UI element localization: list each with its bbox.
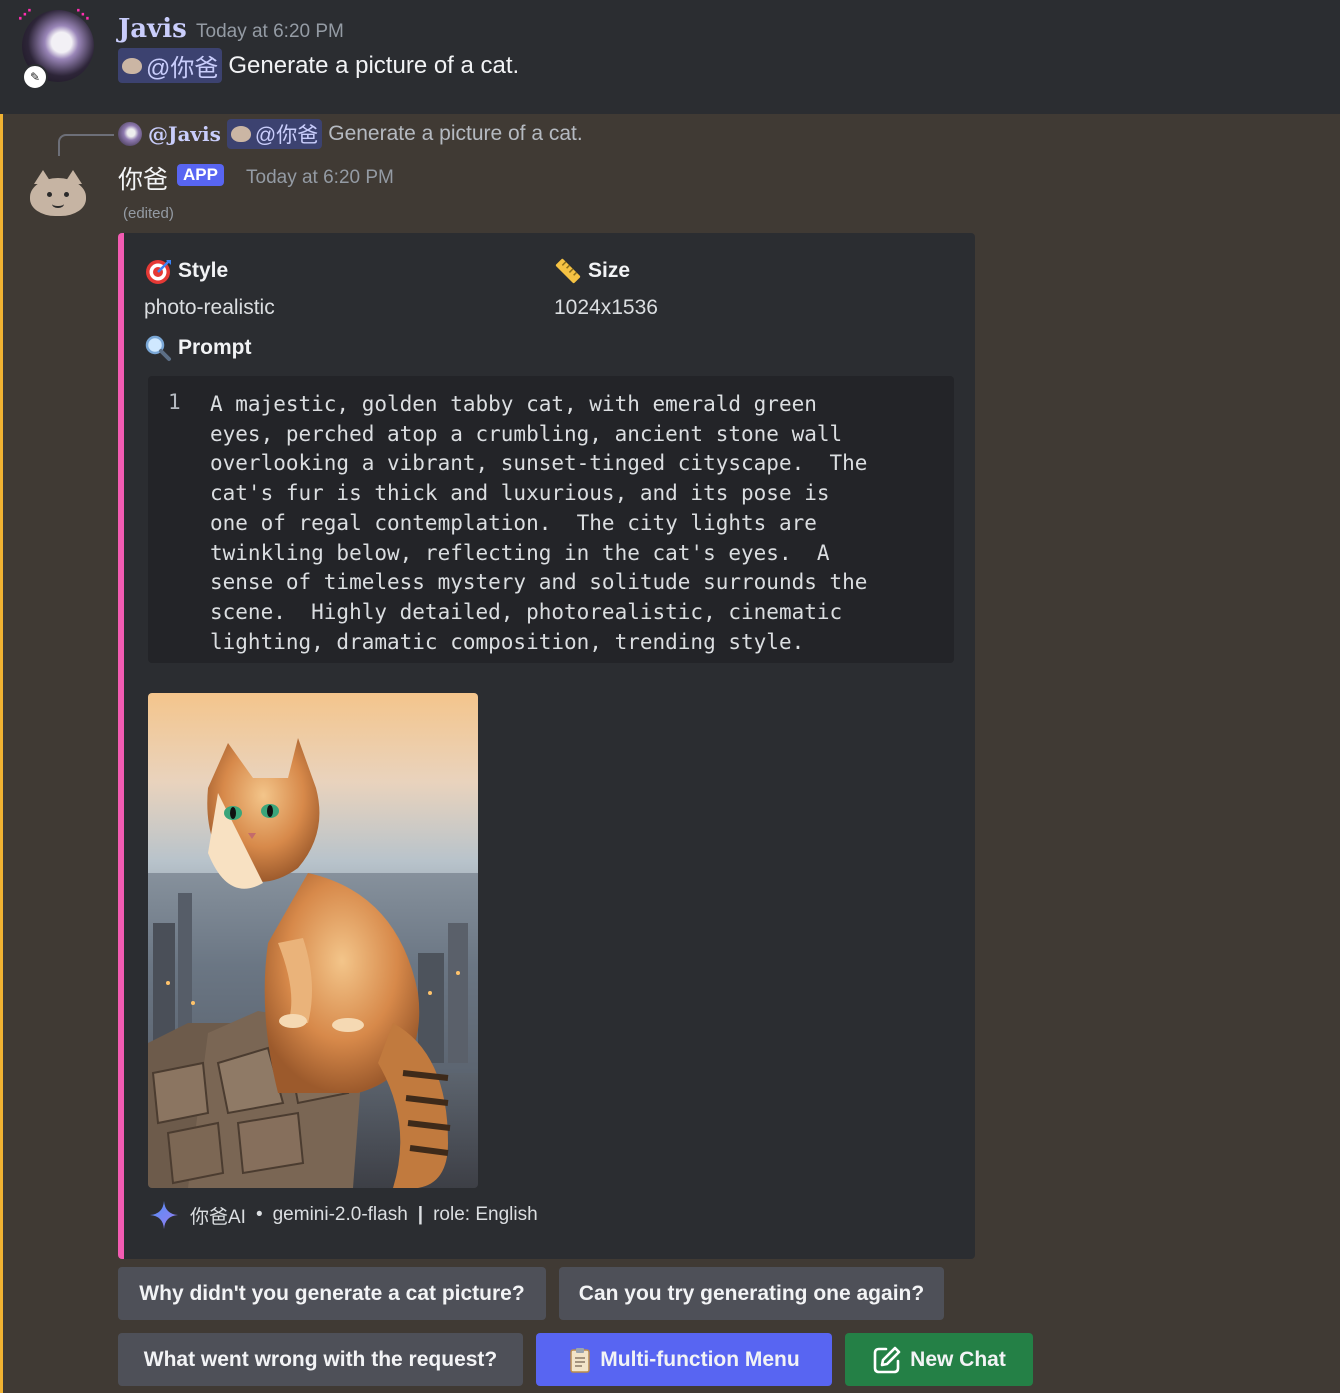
cat-mouth <box>52 200 64 208</box>
style-field-title: Style <box>144 257 228 285</box>
size-field-title: Size <box>554 257 630 285</box>
edit-icon <box>873 1346 901 1373</box>
prompt-code-block: 1 A majestic, golden tabby cat, with eme… <box>148 376 954 663</box>
why-no-cat-button[interactable]: Why didn't you generate a cat picture? <box>118 1267 546 1320</box>
cat-avatar-icon <box>230 126 251 142</box>
mention-label: @你爸 <box>146 55 219 82</box>
bot-avatar[interactable] <box>30 170 88 218</box>
clipboard-icon <box>570 1347 591 1373</box>
sparkle-icon <box>150 1201 178 1229</box>
prompt-field-title: Prompt <box>144 334 252 362</box>
author-name[interactable]: 你爸 <box>118 160 168 196</box>
cat-eye <box>47 192 52 197</box>
footer-separator: • <box>255 1204 263 1225</box>
timestamp: Today at 6:20 PM <box>246 167 394 188</box>
avatar <box>118 122 142 146</box>
message-javis: ✎ ⋰⋱ Javis Today at 6:20 PM @你爸 Generate… <box>0 0 1340 114</box>
ruler-icon <box>555 258 581 284</box>
author-name[interactable]: Javis <box>118 14 187 44</box>
try-again-button[interactable]: Can you try generating one again? <box>559 1267 944 1320</box>
message-content: @你爸 Generate a picture of a cat. <box>118 48 519 83</box>
new-chat-button[interactable]: New Chat <box>845 1333 1033 1386</box>
user-mention[interactable]: @你爸 <box>226 119 323 149</box>
reply-reference[interactable]: @Javis @你爸 Generate a picture of a cat. <box>118 119 583 149</box>
embed-card: Style photo-realistic Size 1024x1536 Pro… <box>118 233 975 1259</box>
footer-name: 你爸AI <box>190 1206 246 1228</box>
footer-model: gemini-2.0-flash <box>272 1204 408 1225</box>
multi-function-menu-button[interactable]: Multi-function Menu <box>536 1333 832 1386</box>
style-value: photo-realistic <box>144 296 275 319</box>
size-value: 1024x1536 <box>554 296 658 319</box>
sparkle-decoration-icon: ⋰⋱ <box>18 6 134 22</box>
field-label: Size <box>588 259 631 282</box>
avatar-decoration-icon: ✎ <box>22 64 48 90</box>
cat-photo-illustration <box>148 693 478 1188</box>
cat-eye <box>64 192 69 197</box>
button-label: Multi-function Menu <box>600 1347 800 1371</box>
what-went-wrong-button[interactable]: What went wrong with the request? <box>118 1333 523 1386</box>
user-mention[interactable]: @你爸 <box>118 48 223 83</box>
field-label: Prompt <box>178 336 252 359</box>
prompt-text: A majestic, golden tabby cat, with emera… <box>210 392 868 654</box>
mention-label: @你爸 <box>254 124 319 147</box>
reply-text: Generate a picture of a cat. <box>328 122 583 145</box>
message-text: Generate a picture of a cat. <box>228 51 520 79</box>
reply-connector <box>58 134 114 156</box>
cat-face-icon <box>30 178 86 216</box>
button-label: Can you try generating one again? <box>578 1281 925 1305</box>
edited-label: (edited) <box>123 205 174 222</box>
button-label: New Chat <box>910 1347 1006 1371</box>
timestamp: Today at 6:20 PM <box>196 21 344 42</box>
button-label: Why didn't you generate a cat picture? <box>139 1281 525 1305</box>
generated-cat-image[interactable] <box>148 693 478 1188</box>
cat-avatar-icon <box>122 57 142 74</box>
magnifier-icon <box>145 335 171 361</box>
reply-author[interactable]: @Javis <box>148 122 221 146</box>
line-number: 1 <box>168 390 181 414</box>
footer-role: role: English <box>433 1204 538 1225</box>
app-badge: APP <box>177 164 224 186</box>
target-icon <box>146 260 171 284</box>
embed-footer: 你爸AI • gemini-2.0-flash | role: English <box>148 1199 538 1231</box>
field-label: Style <box>178 259 229 282</box>
footer-divider: | <box>417 1204 424 1225</box>
button-label: What went wrong with the request? <box>143 1347 498 1371</box>
